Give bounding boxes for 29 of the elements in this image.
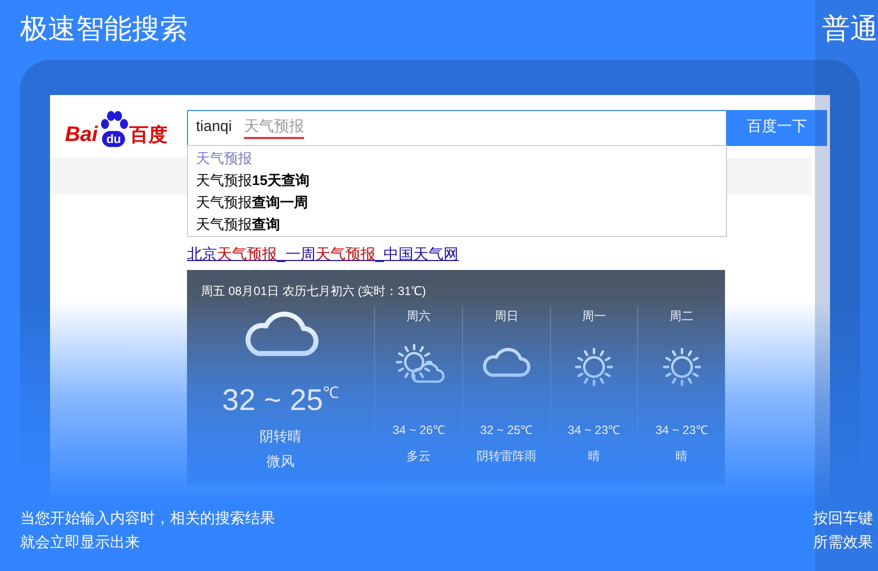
forecast-day: 周一 [582,306,606,325]
forecast-condition: 阴转雷阵雨 [476,448,536,465]
suggestion-item[interactable]: 天气预报15天查询 [188,169,726,191]
headline: 极速智能搜索 [20,12,188,46]
forecast-temperature: 34 ~ 23℃ [568,422,620,439]
forecast-day: 周日 [494,306,518,325]
caption-line: 所需效果 [813,533,873,553]
completion-text: 天气预报 [244,116,304,138]
next-headline: 普通 [822,12,878,46]
forecast-condition: 晴 [588,448,600,465]
forecast-condition: 晴 [676,448,688,465]
caption-line: 按回车键 [813,509,873,529]
forecast-day: 周六 [406,306,431,325]
forecast-temperature: 32 ~ 25℃ [480,422,532,439]
suggestion-item[interactable]: 天气预报查询一周 [188,191,726,213]
forecast-temperature: 34 ~ 23℃ [655,422,708,439]
forecast-temperature: 34 ~ 26℃ [392,422,445,439]
forecast-day: 周二 [670,306,694,325]
logo: Bai du 百度 [65,110,187,144]
suggestion-item[interactable]: 天气预报查询 [188,213,726,235]
today-wind: 微风 [266,452,295,471]
caption-line: 当您开始输入内容时，相关的搜索结果 [20,509,275,529]
weather-header: 周五 08月01日 农历七月初六 (实时：31℃) [200,283,428,300]
today-temperature: 32 ~ 25℃ [222,386,340,416]
forecast-condition: 多云 [406,448,431,465]
caption-line: 就会立即显示出来 [20,533,141,553]
suggestion-item[interactable]: 天气预报 [188,147,726,169]
search-button[interactable]: 百度一下 [727,110,827,146]
today-condition: 阴转晴 [260,427,302,446]
